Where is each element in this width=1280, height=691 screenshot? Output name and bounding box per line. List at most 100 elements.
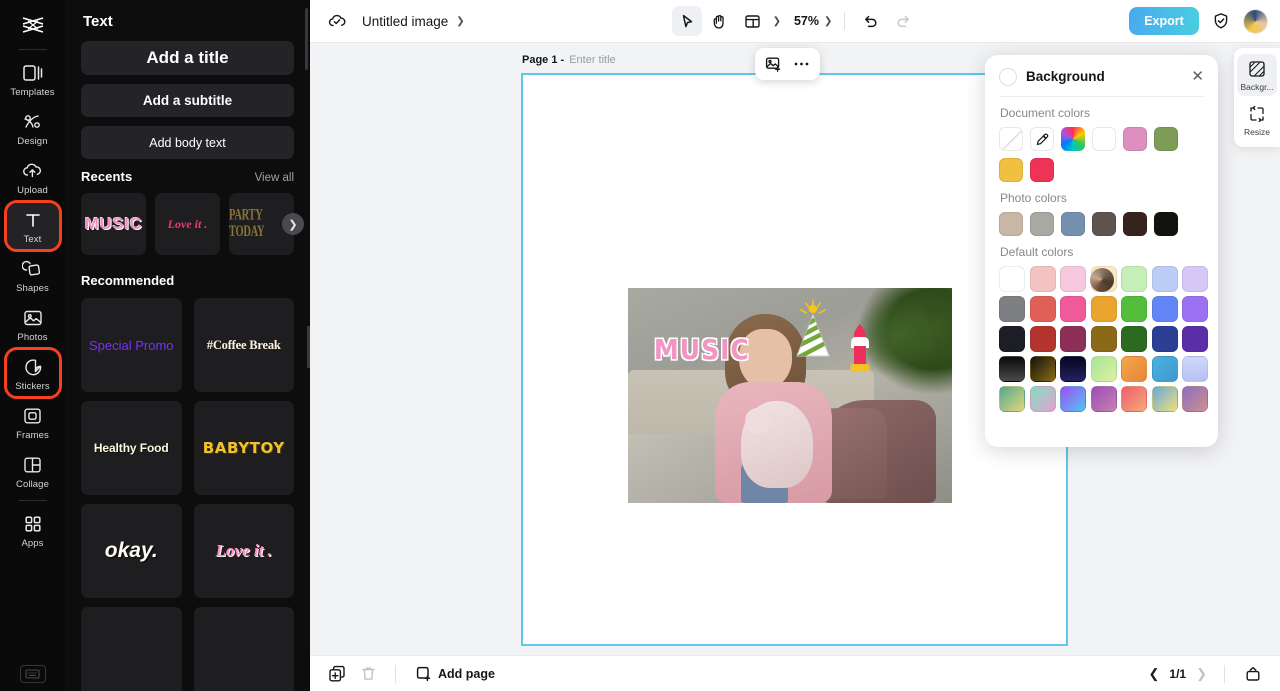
default-swatch[interactable] <box>1151 326 1178 352</box>
default-swatch[interactable] <box>1121 356 1147 382</box>
pages-grid-icon[interactable] <box>1242 663 1264 685</box>
recommended-item[interactable]: okay. <box>81 504 182 598</box>
default-swatch[interactable] <box>1182 326 1208 352</box>
default-swatch[interactable] <box>1121 386 1147 412</box>
sidebar-item-upload[interactable]: Upload <box>7 154 59 200</box>
default-swatch[interactable] <box>1090 386 1117 412</box>
more-horizontal-icon[interactable] <box>791 53 813 75</box>
default-swatch[interactable] <box>1151 266 1178 292</box>
add-image-icon[interactable] <box>763 53 785 75</box>
view-all-link[interactable]: View all <box>255 172 294 184</box>
add-body-text-button[interactable]: Add body text <box>81 126 294 159</box>
default-swatch[interactable] <box>1182 296 1208 322</box>
hand-pan-icon[interactable] <box>705 6 735 36</box>
panel-collapse-handle[interactable]: ❮ <box>307 326 310 368</box>
swatch-steel-blue[interactable] <box>1061 212 1085 236</box>
default-swatch[interactable] <box>1151 386 1178 412</box>
default-swatch[interactable] <box>1029 356 1056 382</box>
cursor-select-icon[interactable] <box>671 6 702 36</box>
current-background-swatch[interactable] <box>999 67 1017 86</box>
add-title-button[interactable]: Add a title <box>81 41 294 75</box>
right-rail-item-resize[interactable]: Resize <box>1237 99 1277 141</box>
recommended-item[interactable] <box>81 607 182 691</box>
default-swatch[interactable] <box>1090 326 1117 352</box>
default-swatch[interactable] <box>1029 296 1056 322</box>
swatch-grey[interactable] <box>1030 212 1054 236</box>
default-swatch[interactable] <box>1029 266 1056 292</box>
chevron-right-icon[interactable]: ❯ <box>282 213 304 235</box>
default-swatch[interactable] <box>1060 326 1086 352</box>
add-subtitle-button[interactable]: Add a subtitle <box>81 84 294 117</box>
default-swatch[interactable] <box>1060 356 1086 382</box>
default-swatch[interactable] <box>1060 386 1086 412</box>
swatch-yellow[interactable] <box>999 158 1023 182</box>
sidebar-item-stickers[interactable]: Stickers <box>3 347 62 399</box>
right-rail-item-background[interactable]: Backgr... <box>1237 54 1277 96</box>
cloud-saved-icon[interactable] <box>322 6 352 36</box>
trash-icon[interactable] <box>357 663 379 685</box>
canvas-photo-element[interactable]: MUSIC <box>628 288 952 503</box>
default-swatch[interactable] <box>999 356 1025 382</box>
eyedropper-icon[interactable] <box>1030 127 1054 151</box>
swatch-white[interactable] <box>1092 127 1116 151</box>
sidebar-item-frames[interactable]: Frames <box>7 399 59 445</box>
default-swatch[interactable] <box>1029 386 1056 412</box>
close-icon[interactable]: ✕ <box>1191 69 1204 84</box>
recommended-item[interactable]: BABYTOY <box>193 401 294 495</box>
default-swatch[interactable] <box>1121 266 1147 292</box>
prev-page-button[interactable]: ❮ <box>1149 666 1160 682</box>
recommended-item[interactable]: #Coffee Break <box>193 298 294 392</box>
sidebar-item-design[interactable]: Design <box>7 105 59 151</box>
default-swatch[interactable] <box>1182 386 1208 412</box>
undo-icon[interactable] <box>855 6 885 36</box>
chevron-down-icon[interactable]: ❯ <box>454 16 466 27</box>
default-swatch[interactable] <box>1182 266 1208 292</box>
export-button[interactable]: Export <box>1129 7 1199 35</box>
recommended-item[interactable] <box>193 607 294 691</box>
zoom-chevron-down-icon[interactable]: ❯ <box>822 16 834 27</box>
recent-item[interactable]: MUSIC <box>81 193 146 255</box>
default-swatch[interactable] <box>1121 326 1147 352</box>
layout-grid-icon[interactable] <box>738 6 768 36</box>
rainbow-picker-swatch[interactable] <box>1061 127 1085 151</box>
swatch-crimson[interactable] <box>1030 158 1054 182</box>
recent-item[interactable]: Love it . <box>155 193 220 255</box>
default-swatch[interactable] <box>1029 326 1056 352</box>
default-swatch[interactable] <box>999 296 1025 322</box>
shield-check-icon[interactable] <box>1206 6 1236 36</box>
default-swatch[interactable] <box>1151 356 1178 382</box>
swatch-dark-brown[interactable] <box>1123 212 1147 236</box>
recommended-item[interactable]: Love it . <box>193 504 294 598</box>
sidebar-item-collage[interactable]: Collage <box>7 448 59 494</box>
swatch-none[interactable] <box>999 127 1023 151</box>
keyboard-icon[interactable] <box>19 665 46 683</box>
default-swatch[interactable] <box>999 386 1025 412</box>
swatch-green[interactable] <box>1154 127 1178 151</box>
sidebar-item-text[interactable]: Text <box>3 200 62 252</box>
photo-source-thumbnail[interactable] <box>1090 268 1114 292</box>
default-swatch[interactable] <box>999 266 1025 292</box>
candle-sticker[interactable] <box>843 322 877 384</box>
sidebar-item-templates[interactable]: Templates <box>7 56 59 102</box>
default-swatch[interactable] <box>1060 296 1086 322</box>
default-swatch[interactable] <box>1060 266 1086 292</box>
default-swatch[interactable] <box>1121 296 1147 322</box>
swatch-near-black[interactable] <box>1154 212 1178 236</box>
next-page-button[interactable]: ❯ <box>1196 666 1207 682</box>
default-swatch[interactable] <box>1090 356 1117 382</box>
swatch-tan[interactable] <box>999 212 1023 236</box>
panel-scrollbar[interactable] <box>305 8 308 70</box>
sidebar-item-photos[interactable]: Photos <box>7 301 59 347</box>
default-swatch[interactable] <box>1090 296 1117 322</box>
redo-icon[interactable] <box>888 6 918 36</box>
default-swatch[interactable] <box>1182 356 1208 382</box>
add-page-button[interactable]: Add page <box>416 666 495 682</box>
canvas-text-music[interactable]: MUSIC <box>654 334 750 366</box>
layout-chevron-down-icon[interactable]: ❯ <box>771 16 783 27</box>
swatch-warm-grey[interactable] <box>1092 212 1116 236</box>
swatch-pink[interactable] <box>1123 127 1147 151</box>
recommended-item[interactable]: Healthy Food <box>81 401 182 495</box>
avatar[interactable] <box>1243 8 1268 34</box>
party-hat-sticker[interactable] <box>784 298 842 360</box>
capcut-logo[interactable] <box>13 8 53 42</box>
